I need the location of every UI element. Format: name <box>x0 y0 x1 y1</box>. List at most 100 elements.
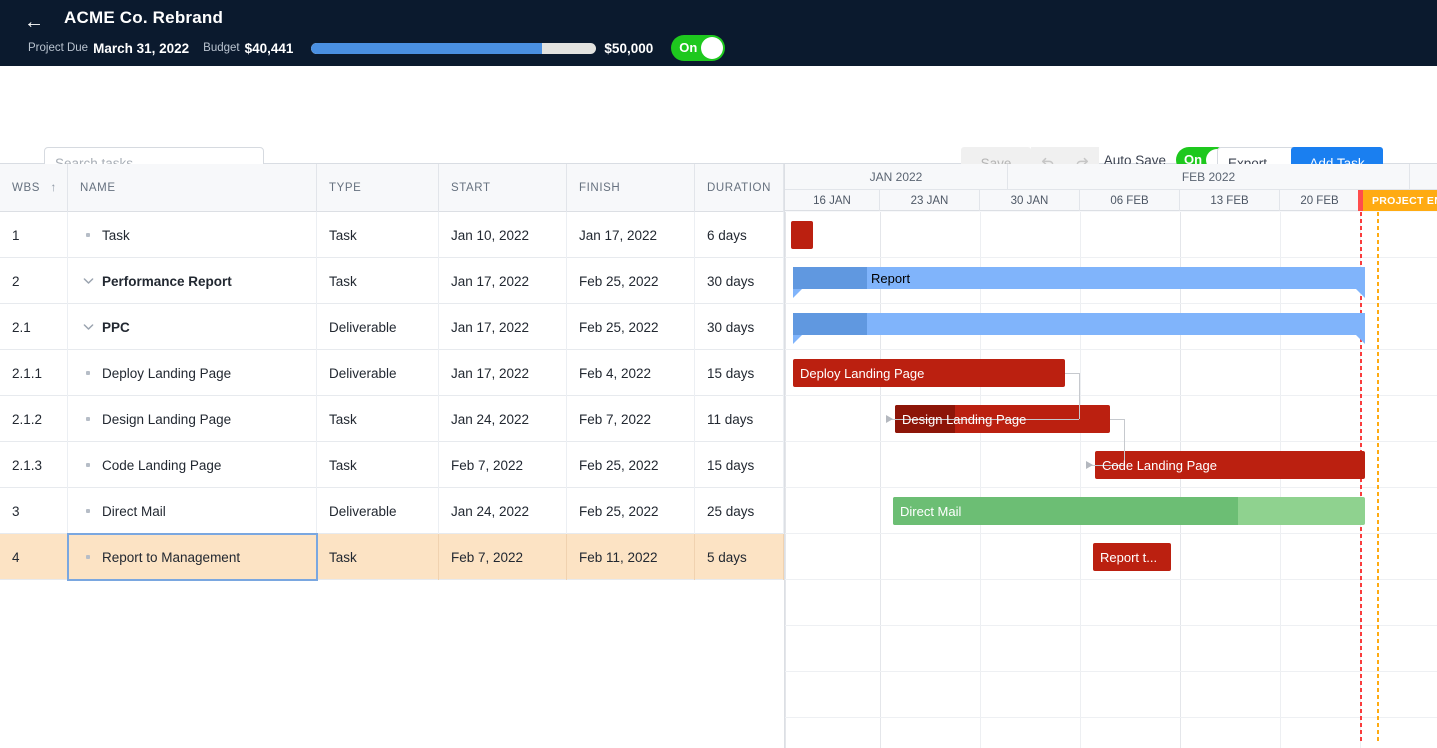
cell-type: Task <box>317 258 439 304</box>
cell-name[interactable]: Code Landing Page <box>68 442 317 488</box>
cell-wbs: 2.1.1 <box>0 350 68 396</box>
table-row[interactable]: 1 Task Task Jan 10, 2022 Jan 17, 2022 6 days <box>0 212 784 258</box>
chevron-down-icon[interactable] <box>80 273 96 289</box>
table-row[interactable]: 3 Direct Mail Deliverable Jan 24, 2022 Feb 2… <box>0 488 784 534</box>
table-row[interactable]: 2 Performance Report Task Jan 17, 2022 Feb 2… <box>0 258 784 304</box>
cell-name[interactable]: Direct Mail <box>68 488 317 534</box>
budget-spent-value: $40,441 <box>244 40 294 56</box>
timeline-month-cell: FEB 2022 <box>1008 164 1410 190</box>
cell-type: Task <box>317 396 439 442</box>
arrow-left-icon[interactable]: ← <box>22 10 46 34</box>
gantt-bar[interactable]: Code Landing Page <box>1095 451 1365 479</box>
cell-duration: 6 days <box>695 212 784 258</box>
task-name-label: PPC <box>102 319 130 335</box>
column-header-type[interactable]: TYPE <box>317 164 439 212</box>
sort-ascending-icon[interactable]: ↑ <box>50 180 57 194</box>
gantt-gridline-horizontal <box>785 671 1437 672</box>
app-header: ← ACME Co. Rebrand Project Due March 31,… <box>0 0 1437 66</box>
gantt-gridline-horizontal <box>785 717 1437 718</box>
gantt-bar[interactable] <box>791 221 813 249</box>
column-header-duration[interactable]: DURATION <box>695 164 784 212</box>
gantt-gridline-horizontal <box>785 441 1437 442</box>
cell-wbs: 2.1.3 <box>0 442 68 488</box>
page-title: ACME Co. Rebrand <box>64 8 224 27</box>
gantt-bar-label: Deploy Landing Page <box>800 365 925 381</box>
table-row[interactable]: 4 Report to Management Task Feb 7, 2022 Feb … <box>0 533 784 581</box>
gantt-bar[interactable]: Deploy Landing Page <box>793 359 1065 387</box>
project-meta: Project Due March 31, 2022 Budget $40,44… <box>28 35 726 61</box>
budget-progress-fill <box>311 42 542 54</box>
gantt-gridline-horizontal <box>785 487 1437 488</box>
cell-name[interactable]: Design Landing Page <box>68 396 317 442</box>
project-due-label: Project Due <box>28 42 89 54</box>
gantt-gridline-horizontal <box>785 395 1437 396</box>
cell-type: Task <box>317 442 439 488</box>
cell-duration: 5 days <box>695 534 784 580</box>
timeline-week-cell: 30 JAN <box>980 190 1080 211</box>
chevron-down-icon[interactable] <box>80 319 96 335</box>
dependency-arrow-icon <box>886 415 893 423</box>
gantt-bar-label: Report t... <box>1100 549 1158 565</box>
cell-name[interactable]: PPC <box>68 304 317 350</box>
cell-duration: 15 days <box>695 350 784 396</box>
timeline-week-cell: 06 FEB <box>1080 190 1180 211</box>
cell-finish: Feb 7, 2022 <box>567 396 695 442</box>
budget-total-value: $50,000 <box>604 40 654 56</box>
gantt-bar[interactable]: Report t... <box>1093 543 1171 571</box>
column-header-wbs[interactable]: WBS ↑ <box>0 164 68 212</box>
gantt-gridline-horizontal <box>785 579 1437 580</box>
table-row[interactable]: 2.1.1 Deploy Landing Page Deliverable Jan 1… <box>0 350 784 396</box>
cell-name[interactable]: Performance Report <box>68 258 317 304</box>
project-active-toggle[interactable]: On <box>671 35 726 61</box>
cell-wbs: 4 <box>0 534 68 580</box>
cell-duration: 25 days <box>695 488 784 534</box>
gantt-bar-label: Code Landing Page <box>1102 457 1217 473</box>
cell-wbs: 2 <box>0 258 68 304</box>
toolbar: Default View Save Auto Save <box>0 66 1437 219</box>
timeline-month-cell: JAN 2022 <box>785 164 1008 190</box>
gantt-summary-cap-right <box>1356 335 1365 344</box>
task-grid-body: 1 Task Task Jan 10, 2022 Jan 17, 2022 6 days 2… <box>0 212 784 581</box>
column-header-finish[interactable]: FINISH <box>567 164 695 212</box>
gantt-gridline-horizontal <box>785 257 1437 258</box>
cell-wbs: 2.1.2 <box>0 396 68 442</box>
timeline-week-cell: 20 FEB <box>1280 190 1360 211</box>
timeline-week-cell: 16 JAN <box>785 190 880 211</box>
cell-finish: Feb 25, 2022 <box>567 258 695 304</box>
table-row[interactable]: 2.1.2 Design Landing Page Task Jan 24, 2022… <box>0 396 784 442</box>
table-row[interactable]: 2.1.3 Code Landing Page Task Feb 7, 2022 Feb… <box>0 442 784 488</box>
column-header-name[interactable]: NAME <box>68 164 317 212</box>
cell-finish: Feb 4, 2022 <box>567 350 695 396</box>
cell-name[interactable]: Task <box>68 212 317 258</box>
project-due-value: March 31, 2022 <box>93 40 190 56</box>
column-header-wbs-label: WBS <box>12 182 40 194</box>
task-grid-header: WBS ↑ NAME TYPE START FINISH DURATION <box>0 164 784 212</box>
task-bullet-icon <box>80 227 96 243</box>
column-header-start[interactable]: START <box>439 164 567 212</box>
task-bullet-icon <box>80 549 96 565</box>
cell-name[interactable]: Report to Management <box>67 533 318 581</box>
gantt-summary-bar[interactable]: PPC <box>793 313 1365 344</box>
budget-progress-bar <box>311 42 597 54</box>
gantt-summary-bar[interactable]: Performance Report <box>793 267 1365 298</box>
cell-finish: Jan 17, 2022 <box>567 212 695 258</box>
task-name-label: Design Landing Page <box>102 411 232 427</box>
task-name-label: Code Landing Page <box>102 457 222 473</box>
task-bullet-icon <box>80 411 96 427</box>
cell-wbs: 3 <box>0 488 68 534</box>
cell-start: Jan 17, 2022 <box>439 258 567 304</box>
gantt-summary-bar-body[interactable]: Performance Report <box>793 267 1365 289</box>
cell-type: Deliverable <box>317 304 439 350</box>
table-row[interactable]: 2.1 PPC Deliverable Jan 17, 2022 Feb 25, 202… <box>0 304 784 350</box>
gantt-summary-cap-left <box>793 335 802 344</box>
cell-start: Jan 24, 2022 <box>439 396 567 442</box>
project-end-badge: PROJECT END <box>1363 190 1437 211</box>
cell-type: Deliverable <box>317 488 439 534</box>
gantt-bars-area[interactable]: Performance Report PPC Deploy Landing Page… <box>785 212 1437 748</box>
cell-name[interactable]: Deploy Landing Page <box>68 350 317 396</box>
gantt-bar[interactable]: Direct Mail <box>893 497 1365 525</box>
gantt-summary-bar-body[interactable]: PPC <box>793 313 1365 335</box>
main-content: WBS ↑ NAME TYPE START FINISH DURATION 1 T… <box>0 164 1437 748</box>
gantt-gridline-horizontal <box>785 303 1437 304</box>
cell-duration: 11 days <box>695 396 784 442</box>
